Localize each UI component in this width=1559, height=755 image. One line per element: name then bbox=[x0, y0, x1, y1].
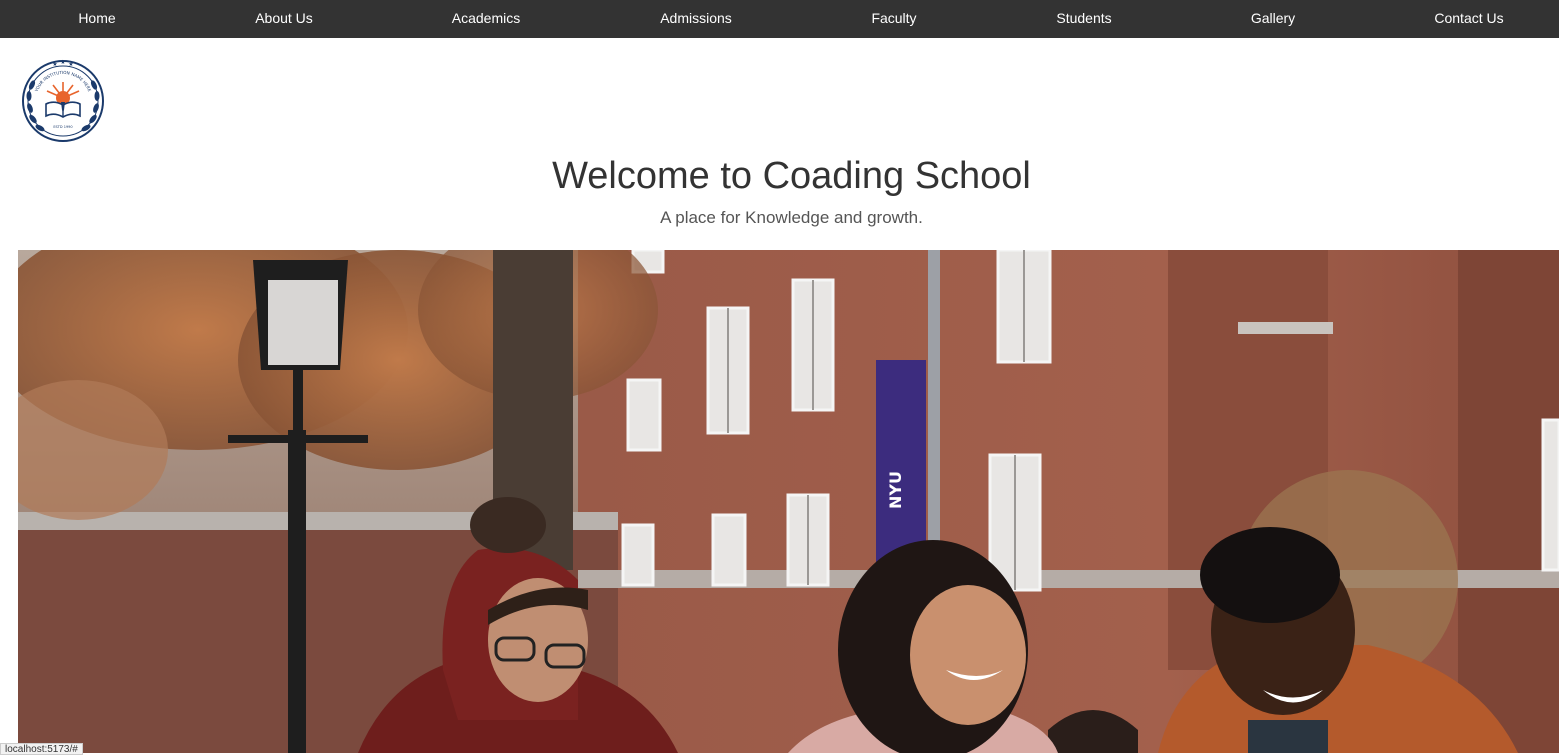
school-crest-emblem: ★ ★ ★ ESTD 1990 YOUR INSTITUTION NAME HERE bbox=[22, 59, 104, 142]
nav-link-contact-us[interactable]: Contact Us bbox=[1434, 0, 1503, 38]
svg-text:NYU: NYU bbox=[886, 471, 905, 509]
hero-campus-photo: NYU bbox=[18, 250, 1559, 753]
nav-link-faculty[interactable]: Faculty bbox=[871, 0, 916, 38]
school-logo[interactable]: ★ ★ ★ ESTD 1990 YOUR INSTITUTION NAME HERE bbox=[20, 58, 106, 144]
campus-students-image: NYU bbox=[18, 250, 1559, 753]
page-title: Welcome to Coading School bbox=[552, 155, 1031, 197]
nav-link-gallery[interactable]: Gallery bbox=[1251, 0, 1295, 38]
logo-est-text: ESTD 1990 bbox=[53, 125, 72, 129]
browser-status-url: localhost:5173/# bbox=[0, 743, 83, 755]
svg-text:★: ★ bbox=[68, 61, 73, 68]
top-navigation-bar: Home About Us Academics Admissions Facul… bbox=[0, 0, 1559, 38]
svg-text:★: ★ bbox=[52, 61, 57, 68]
nav-link-academics[interactable]: Academics bbox=[452, 0, 520, 38]
svg-text:★: ★ bbox=[60, 59, 65, 66]
nav-link-admissions[interactable]: Admissions bbox=[660, 0, 732, 38]
nav-link-about-us[interactable]: About Us bbox=[255, 0, 313, 38]
nav-link-home[interactable]: Home bbox=[78, 0, 115, 38]
page-subtitle: A place for Knowledge and growth. bbox=[660, 208, 923, 227]
nav-link-students[interactable]: Students bbox=[1056, 0, 1111, 38]
